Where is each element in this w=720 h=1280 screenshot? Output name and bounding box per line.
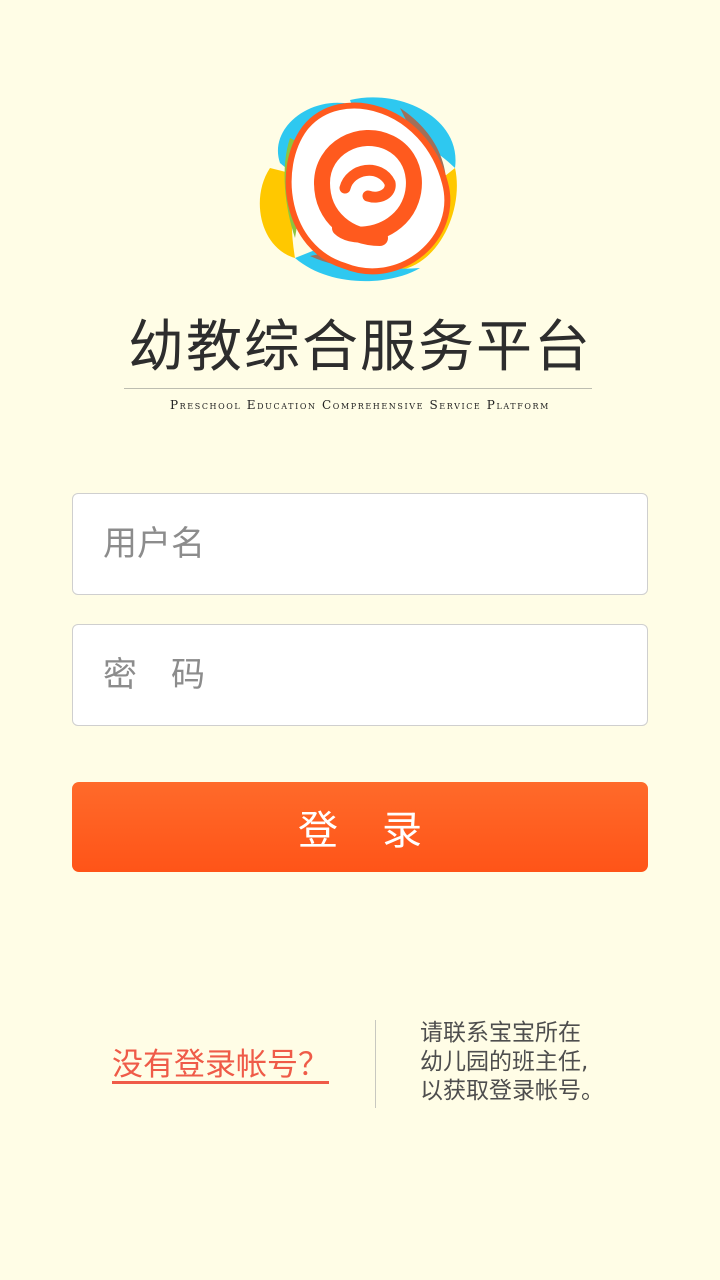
help-text: 请联系宝宝所在 幼儿园的班主任, 以获取登录帐号。: [420, 1019, 660, 1106]
help-line: 请联系宝宝所在: [420, 1020, 581, 1046]
password-input[interactable]: [73, 625, 647, 725]
password-field[interactable]: [72, 624, 648, 726]
help-line: 以获取登录帐号。: [420, 1078, 604, 1104]
app-title: 幼教综合服务平台: [128, 315, 592, 380]
title-divider: [124, 388, 592, 389]
app-logo-icon: [259, 97, 457, 282]
login-button[interactable]: 登录: [72, 782, 648, 872]
no-account-link[interactable]: 没有登录帐号？: [112, 1044, 329, 1086]
app-subtitle: Preschool Education Comprehensive Servic…: [170, 398, 550, 412]
help-line: 幼儿园的班主任,: [420, 1049, 589, 1075]
username-input[interactable]: [73, 494, 647, 594]
username-field[interactable]: [72, 493, 648, 595]
footer-divider: [375, 1020, 376, 1108]
